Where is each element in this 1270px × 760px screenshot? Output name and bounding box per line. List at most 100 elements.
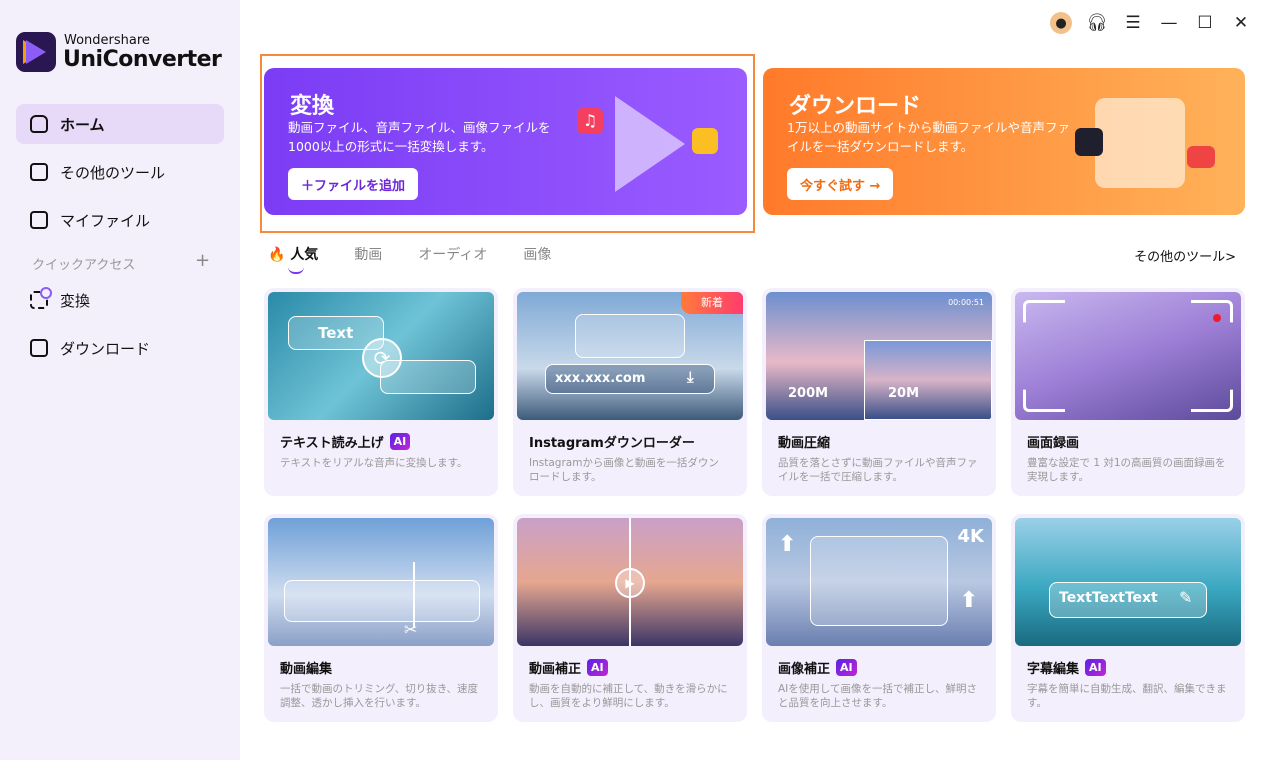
pencil-icon: ✎ bbox=[1179, 588, 1193, 607]
size-before: 200M bbox=[788, 386, 829, 401]
arrow-up-icon: ⬆ bbox=[959, 588, 978, 613]
card-title-text: 動画補正 bbox=[529, 662, 582, 677]
resolution-label: 4K bbox=[957, 526, 984, 547]
card-thumbnail: TextTextText ✎ bbox=[1015, 518, 1241, 646]
tool-card[interactable]: ▶ 動画補正 AI 動画を自動的に補正して、動きを滑らかにし、画質をより鮮明にしま… bbox=[513, 514, 747, 722]
card-title: 画面録画 bbox=[1027, 432, 1079, 451]
card-title-text: テキスト読み上げ bbox=[280, 436, 384, 451]
add-file-button[interactable]: ＋ファイルを追加 bbox=[288, 168, 419, 200]
menu-icon[interactable]: ☰ bbox=[1122, 12, 1144, 34]
sidebar-item-label: 変換 bbox=[60, 291, 91, 310]
tool-card[interactable]: TextTextText ✎ 字幕編集 AI 字幕を簡単に自動生成、翻訳、編集できま… bbox=[1011, 514, 1245, 722]
minimize-icon[interactable]: — bbox=[1158, 12, 1180, 34]
tool-card[interactable]: 00:00:51 200M 20M 動画圧縮 品質を落とさずに動画ファイルや音声ファ… bbox=[762, 288, 996, 496]
maximize-icon[interactable]: ☐ bbox=[1194, 12, 1216, 34]
convert-icon: ⟳ bbox=[362, 338, 402, 378]
timestamp: 00:00:51 bbox=[948, 298, 984, 307]
card-title: 動画編集 bbox=[280, 658, 332, 677]
card-title-text: 字幕編集 bbox=[1027, 662, 1080, 677]
card-description: 字幕を簡単に自動生成、翻訳、編集できます。 bbox=[1027, 683, 1227, 709]
sidebar-item-label: ダウンロード bbox=[60, 339, 151, 358]
card-description: 豊富な設定で 1 対1の高画質の画面録画を実現します。 bbox=[1027, 457, 1226, 483]
card-description: テキストをリアルな音声に変換します。 bbox=[280, 457, 468, 469]
scissors-icon: ✂ bbox=[404, 620, 418, 639]
card-description: Instagramから画像と動画を一括ダウンロードします。 bbox=[529, 457, 719, 483]
new-badge: 新着 bbox=[681, 292, 743, 314]
card-thumbnail: ✂ bbox=[268, 518, 494, 646]
sidebar-item-convert[interactable]: 変換 bbox=[16, 280, 224, 320]
more-tools-link[interactable]: その他のツール> bbox=[1134, 246, 1236, 265]
play-icon: ▶ bbox=[615, 568, 645, 598]
card-title: Instagramダウンローダー bbox=[529, 432, 695, 451]
tool-card[interactable]: Text ⟳ テキスト読み上げ AI テキストをリアルな音声に変換します。 bbox=[264, 288, 498, 496]
arrow-up-icon: ⬆ bbox=[778, 532, 797, 557]
card-thumbnail: ▶ bbox=[517, 518, 743, 646]
card-thumbnail: 新着 xxx.xxx.com ⤓ bbox=[517, 292, 743, 420]
card-title-text: 動画編集 bbox=[280, 662, 333, 677]
convert-icon bbox=[30, 287, 52, 309]
card-title: 動画補正 AI bbox=[529, 658, 608, 677]
tool-card[interactable]: 画面録画 豊富な設定で 1 対1の高画質の画面録画を実現します。 bbox=[1011, 288, 1245, 496]
card-description: 品質を落とさずに動画ファイルや音声ファイルを一括で圧縮します。 bbox=[778, 457, 978, 483]
record-dot-icon bbox=[1213, 314, 1221, 322]
home-icon bbox=[30, 115, 48, 133]
brand-top: Wondershare bbox=[64, 33, 150, 48]
card-thumbnail: 4K ⬆ ⬆ bbox=[766, 518, 992, 646]
card-title-text: 動画圧縮 bbox=[778, 436, 831, 451]
card-description: 一括で動画のトリミング、切り抜き、速度調整、透かし挿入を行います。 bbox=[280, 683, 479, 709]
thumb-url: xxx.xxx.com bbox=[555, 371, 646, 386]
sidebar-item-label: ホーム bbox=[60, 115, 105, 134]
sidebar-item-label: マイファイル bbox=[60, 211, 151, 230]
convert-banner[interactable]: 変換 動画ファイル、音声ファイル、画像ファイルを1000以上の形式に一括変換しま… bbox=[264, 68, 747, 215]
tab-label: 人気 bbox=[290, 247, 319, 263]
tab-popular[interactable]: 🔥 人気 bbox=[268, 244, 319, 274]
card-thumbnail bbox=[1015, 292, 1241, 420]
card-description: 動画を自動的に補正して、動きを滑らかにし、画質をより鮮明にします。 bbox=[529, 683, 728, 709]
card-title-text: Instagramダウンローダー bbox=[529, 436, 695, 451]
download-illustration bbox=[1075, 88, 1215, 198]
file-icon bbox=[30, 211, 48, 229]
banner-desc: 1万以上の動画サイトから動画ファイルや音声ファイルを一括ダウンロードします。 bbox=[787, 120, 1070, 154]
download-icon: ⤓ bbox=[687, 368, 694, 386]
tab-audio[interactable]: オーディオ bbox=[418, 244, 487, 264]
close-icon[interactable]: ✕ bbox=[1230, 12, 1252, 34]
app-logo bbox=[16, 32, 56, 72]
sidebar-item-my-files[interactable]: マイファイル bbox=[16, 200, 224, 240]
card-title-text: 画面録画 bbox=[1027, 436, 1080, 451]
sidebar-item-label: その他のツール bbox=[60, 163, 166, 182]
avatar[interactable]: ● bbox=[1050, 12, 1072, 34]
ai-badge: AI bbox=[836, 659, 857, 676]
size-after: 20M bbox=[888, 386, 920, 401]
window-controls: ● 🎧︎ ☰ — ☐ ✕ bbox=[1050, 12, 1252, 34]
download-banner[interactable]: ダウンロード 1万以上の動画サイトから動画ファイルや音声ファイルを一括ダウンロー… bbox=[763, 68, 1245, 215]
card-title-text: 画像補正 bbox=[778, 662, 831, 677]
ai-badge: AI bbox=[1085, 659, 1106, 676]
sidebar-item-home[interactable]: ホーム bbox=[16, 104, 224, 144]
quick-access-label: クイックアクセス bbox=[32, 258, 136, 273]
fire-icon: 🔥 bbox=[268, 247, 286, 263]
card-title: テキスト読み上げ AI bbox=[280, 432, 411, 451]
banner-title: 変換 bbox=[290, 94, 335, 119]
thumb-text: Text bbox=[318, 324, 354, 342]
headset-icon[interactable]: 🎧︎ bbox=[1086, 12, 1108, 34]
category-tabs: 🔥 人気 動画 オーディオ 画像 bbox=[268, 244, 551, 274]
card-thumbnail: 00:00:51 200M 20M bbox=[766, 292, 992, 420]
download-icon bbox=[30, 339, 48, 357]
quick-access-add-button[interactable]: + bbox=[195, 250, 210, 271]
banner-title: ダウンロード bbox=[789, 94, 922, 119]
banner-desc: 動画ファイル、音声ファイル、画像ファイルを1000以上の形式に一括変換します。 bbox=[288, 120, 551, 154]
tab-image[interactable]: 画像 bbox=[523, 244, 551, 264]
tool-card[interactable]: 新着 xxx.xxx.com ⤓ Instagramダウンローダー Instagra… bbox=[513, 288, 747, 496]
card-title: 画像補正 AI bbox=[778, 658, 857, 677]
tab-video[interactable]: 動画 bbox=[354, 244, 382, 264]
sidebar-item-download[interactable]: ダウンロード bbox=[16, 328, 224, 368]
tool-card[interactable]: 4K ⬆ ⬆ 画像補正 AI AIを使用して画像を一括で補正し、鮮明さと品質を向上させ… bbox=[762, 514, 996, 722]
ai-badge: AI bbox=[389, 433, 411, 450]
try-now-button[interactable]: 今すぐ試す → bbox=[787, 168, 894, 200]
card-title: 字幕編集 AI bbox=[1027, 658, 1106, 677]
tool-card[interactable]: ✂ 動画編集 一括で動画のトリミング、切り抜き、速度調整、透かし挿入を行います。 bbox=[264, 514, 498, 722]
card-title: 動画圧縮 bbox=[778, 432, 830, 451]
card-thumbnail: Text ⟳ bbox=[268, 292, 494, 420]
toolbox-icon bbox=[30, 163, 48, 181]
sidebar-item-other-tools[interactable]: その他のツール bbox=[16, 152, 224, 192]
